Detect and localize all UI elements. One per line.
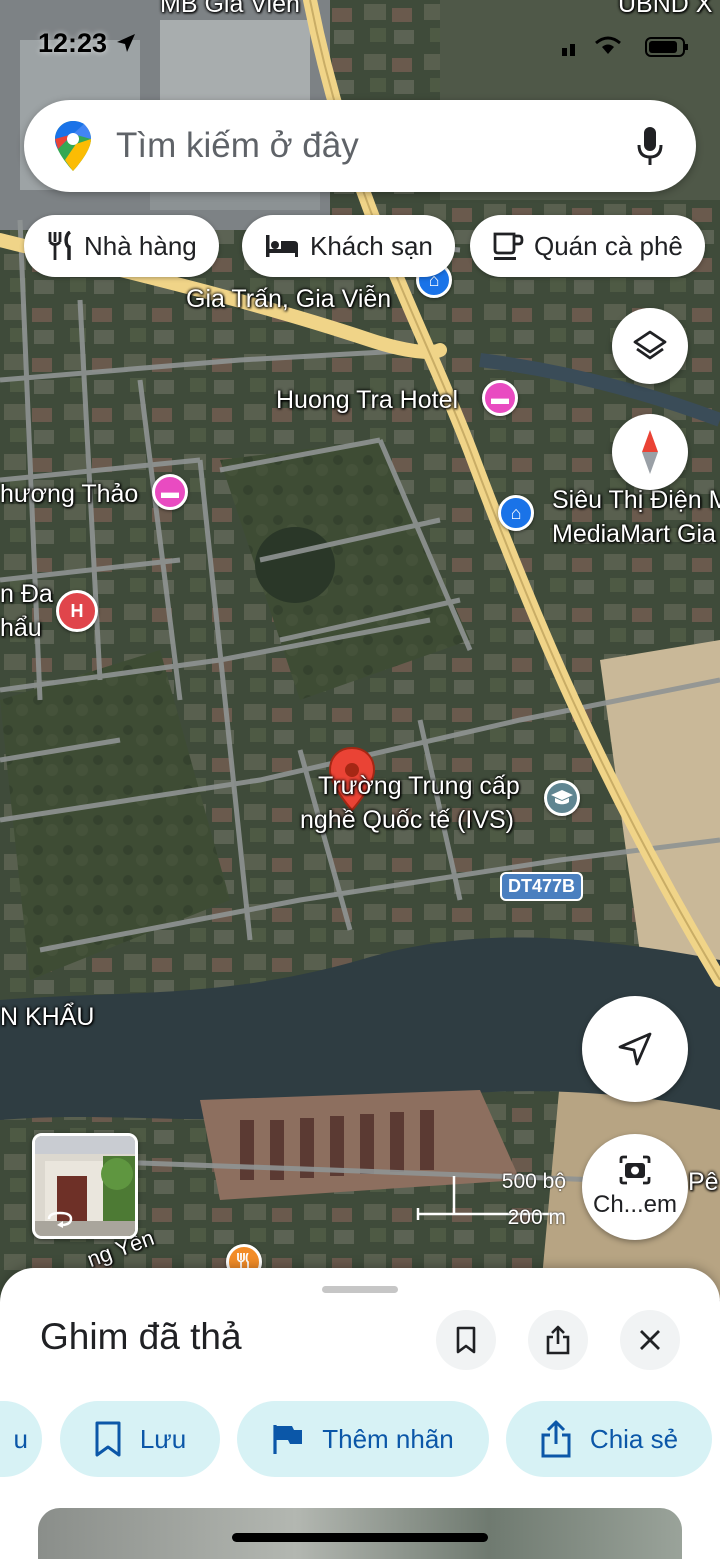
road-badge: DT477B — [500, 872, 584, 901]
action-chip-label: Chia sẻ — [589, 1423, 679, 1454]
map-label-hospital-2[interactable]: hẩu — [0, 616, 42, 641]
wifi-icon — [595, 36, 621, 54]
chip-label: Nhà hàng — [84, 230, 197, 261]
sheet-title: Ghim đã thả — [40, 1316, 242, 1357]
map-label-school-1[interactable]: Trường Trung cấp — [318, 774, 520, 799]
hotel-icon — [266, 235, 298, 257]
lens-label: Ch...em — [592, 1191, 678, 1218]
compass-icon — [642, 430, 658, 474]
home-indicator — [232, 1533, 488, 1542]
flag-icon — [273, 1425, 303, 1454]
google-maps-logo-icon — [55, 121, 91, 171]
satellite-imagery — [0, 0, 720, 1300]
camera-lens-icon — [619, 1155, 651, 1185]
hotel-pin-icon[interactable]: ▬ — [482, 380, 518, 416]
map-label-ubnd: UBND X — [618, 0, 713, 18]
action-chip-label: Thêm nhãn — [322, 1423, 454, 1454]
map-label-phuong-thao[interactable]: hương Thảo — [0, 482, 138, 507]
search-bar[interactable]: Tìm kiếm ở đây — [24, 100, 696, 192]
navigation-arrow-icon — [618, 1032, 652, 1066]
layers-button[interactable] — [612, 308, 688, 384]
chip-restaurants[interactable]: Nhà hàng — [24, 215, 219, 277]
status-icons — [562, 36, 688, 57]
hospital-pin-icon[interactable]: H — [56, 590, 98, 632]
chip-label: Quán cà phê — [534, 230, 683, 261]
sheet-drag-handle[interactable] — [322, 1286, 398, 1293]
action-chip-partial[interactable]: u — [0, 1401, 42, 1477]
battery-icon — [645, 37, 688, 57]
street-view-thumbnail[interactable] — [32, 1133, 138, 1239]
layers-icon — [633, 330, 667, 360]
compass-button[interactable] — [612, 414, 688, 490]
map-label-gia-tran: Gia Trấn, Gia Viễn — [186, 285, 392, 313]
map-label-hospital-1[interactable]: n Đa — [0, 582, 53, 607]
store-pin-icon[interactable]: ⌂ — [498, 495, 534, 531]
share-icon — [546, 1325, 570, 1355]
action-chip-label: u — [13, 1423, 28, 1454]
close-button[interactable] — [620, 1310, 680, 1370]
map-label-store-1[interactable]: Siêu Thị Điện M — [552, 488, 720, 513]
map-label-mb: MB Gia Viễn — [160, 0, 300, 18]
my-location-button[interactable] — [582, 996, 688, 1102]
coffee-icon — [493, 232, 524, 260]
place-bottom-sheet[interactable]: Ghim đã thả u Lưu Thêm nhãn Chia sẻ — [0, 1268, 720, 1559]
add-label-button[interactable]: Thêm nhãn — [237, 1401, 489, 1477]
chip-hotels[interactable]: Khách sạn — [242, 215, 455, 277]
rotate-360-icon — [47, 1211, 73, 1228]
map-scale: 500 bộ 200 m — [416, 1168, 566, 1230]
save-icon-button[interactable] — [436, 1310, 496, 1370]
status-time: 12:23 — [38, 28, 137, 59]
share-button[interactable]: Chia sẻ — [506, 1401, 712, 1477]
restaurant-icon — [48, 231, 72, 260]
map-view[interactable]: MB Gia Viễn UBND X Gia Trấn, Gia Viễn ⌂ … — [0, 0, 720, 1300]
bookmark-icon — [456, 1326, 476, 1354]
chip-label: Khách sạn — [310, 230, 433, 261]
share-icon-button[interactable] — [528, 1310, 588, 1370]
hotel-pin-icon[interactable]: ▬ — [152, 474, 188, 510]
map-label-school-2[interactable]: nghề Quốc tế (IVS) — [300, 808, 514, 833]
share-icon — [541, 1420, 571, 1458]
location-services-icon — [116, 34, 135, 52]
signal-icon — [562, 44, 575, 56]
bookmark-icon — [95, 1421, 121, 1457]
school-pin-icon[interactable] — [544, 780, 580, 816]
map-label-pe: Pê — [688, 1168, 719, 1196]
map-label-huong-tra[interactable]: Huong Tra Hotel — [276, 388, 458, 413]
save-button[interactable]: Lưu — [60, 1401, 220, 1477]
map-label-store-2[interactable]: MediaMart Gia — [552, 522, 716, 547]
close-icon — [640, 1330, 660, 1350]
map-label-khau: N KHẨU — [0, 1003, 95, 1031]
scale-metric: 200 m — [507, 1206, 566, 1229]
scale-imperial: 500 bộ — [501, 1170, 566, 1193]
search-input[interactable]: Tìm kiếm ở đây — [116, 126, 359, 166]
action-chip-label: Lưu — [139, 1423, 187, 1454]
microphone-icon[interactable] — [636, 126, 664, 166]
lens-button[interactable]: Ch...em — [582, 1134, 688, 1240]
chip-coffee[interactable]: Quán cà phê — [470, 215, 705, 277]
